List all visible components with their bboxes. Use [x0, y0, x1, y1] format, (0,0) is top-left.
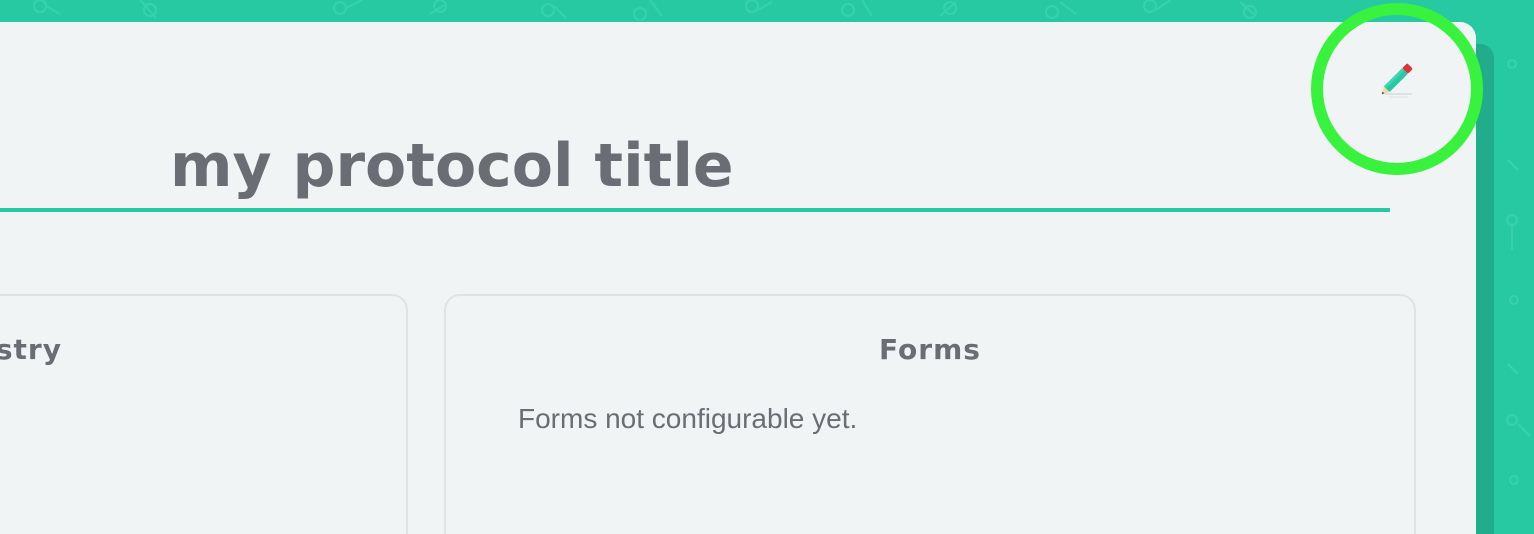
- left-panel: stry: [0, 294, 408, 534]
- title-underline: [0, 208, 1390, 212]
- protocol-title[interactable]: my protocol title: [170, 128, 734, 204]
- pencil-icon: [1381, 63, 1413, 98]
- forms-panel: Forms Forms not configurable yet.: [444, 294, 1416, 534]
- forms-panel-message: Forms not configurable yet.: [518, 403, 858, 434]
- forms-panel-heading: Forms: [879, 333, 981, 366]
- card-edge-shadow: [1476, 44, 1494, 534]
- left-panel-heading: stry: [0, 333, 62, 366]
- edit-button[interactable]: [1370, 54, 1426, 110]
